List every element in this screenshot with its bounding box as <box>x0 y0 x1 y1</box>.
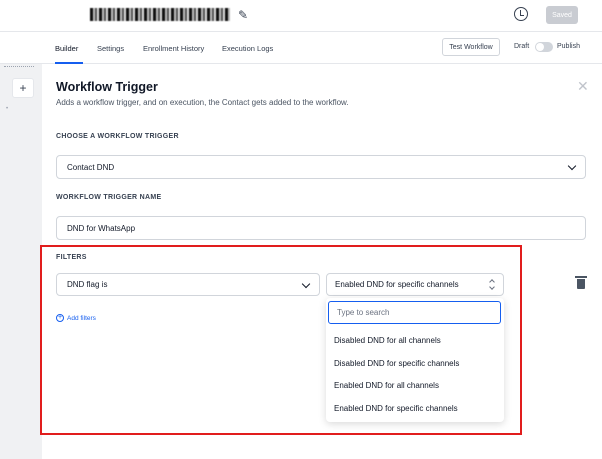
plus-circle-icon: + <box>56 314 64 322</box>
trigger-name-label: WORKFLOW TRIGGER NAME <box>56 194 162 201</box>
trash-icon[interactable] <box>575 276 587 289</box>
filter-field-select[interactable]: DND flag is <box>56 273 320 296</box>
canvas-marker: • <box>6 106 9 112</box>
chevron-up-down-icon <box>489 279 495 290</box>
trigger-select-value: Contact DND <box>67 162 115 172</box>
workflow-name-redacted <box>90 8 230 21</box>
add-node-button[interactable]: + <box>12 78 34 98</box>
test-workflow-button[interactable]: Test Workflow <box>442 38 500 56</box>
dropdown-search-input[interactable] <box>328 301 501 324</box>
pencil-icon[interactable]: ✎ <box>238 8 248 22</box>
top-bar: ✎ Saved <box>0 0 602 32</box>
canvas-divider <box>4 66 34 67</box>
publish-label: Publish <box>557 43 580 50</box>
filter-value-select[interactable]: Enabled DND for specific channels <box>326 273 504 296</box>
filters-label: FILTERS <box>56 254 87 261</box>
history-icon[interactable] <box>514 7 528 21</box>
tab-execution-logs[interactable]: Execution Logs <box>222 44 273 53</box>
dropdown-option[interactable]: Disabled DND for all channels <box>334 336 441 345</box>
trigger-select[interactable]: Contact DND <box>56 155 586 179</box>
tab-builder[interactable]: Builder <box>55 44 78 53</box>
trigger-name-input[interactable]: DND for WhatsApp <box>56 216 586 240</box>
chevron-down-icon <box>567 161 577 171</box>
filter-field-value: DND flag is <box>67 280 108 289</box>
workflow-canvas: + • <box>0 64 42 459</box>
close-icon[interactable]: ✕ <box>577 78 589 95</box>
tab-settings[interactable]: Settings <box>97 44 124 53</box>
choose-trigger-label: CHOOSE A WORKFLOW TRIGGER <box>56 133 179 140</box>
saved-button[interactable]: Saved <box>546 6 578 24</box>
publish-toggle[interactable] <box>535 42 553 52</box>
dropdown-option[interactable]: Enabled DND for specific channels <box>334 404 458 413</box>
add-filters-label: Add filters <box>67 314 96 322</box>
draft-label: Draft <box>514 43 530 50</box>
trigger-name-value: DND for WhatsApp <box>67 223 136 233</box>
filter-options-dropdown: Disabled DND for all channels Disabled D… <box>326 298 504 422</box>
panel-subtitle: Adds a workflow trigger, and on executio… <box>56 98 349 107</box>
tab-bar: Builder Settings Enrollment History Exec… <box>0 32 602 64</box>
panel-title: Workflow Trigger <box>56 80 158 94</box>
tab-enrollment-history[interactable]: Enrollment History <box>143 44 204 53</box>
dropdown-option[interactable]: Disabled DND for specific channels <box>334 359 459 368</box>
dropdown-option[interactable]: Enabled DND for all channels <box>334 381 439 390</box>
filter-value-selected: Enabled DND for specific channels <box>335 280 459 289</box>
add-filters-link[interactable]: + Add filters <box>56 314 96 322</box>
chevron-down-icon <box>301 279 311 289</box>
